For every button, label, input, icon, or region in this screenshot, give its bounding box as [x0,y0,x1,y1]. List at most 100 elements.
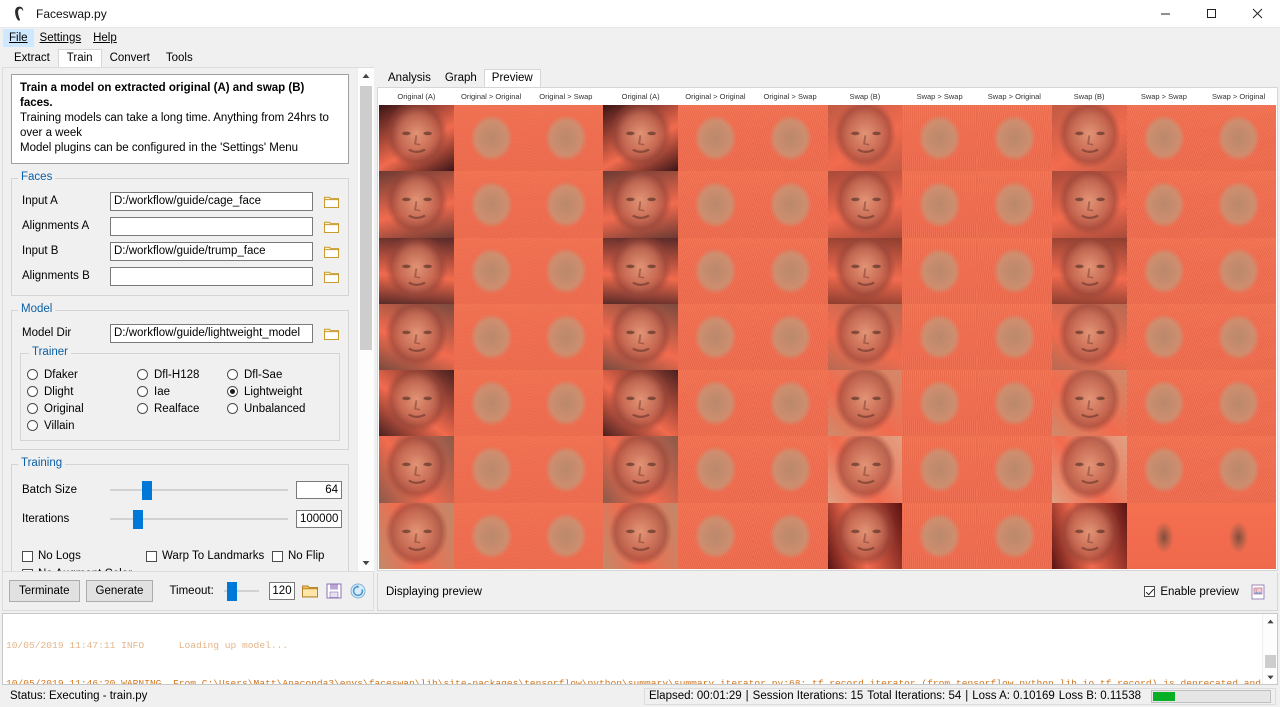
save-icon[interactable] [325,580,343,602]
preview-face-image [678,171,753,237]
trainer-option-lightweight[interactable]: Lightweight [227,383,333,400]
model-group-legend: Model [18,303,55,315]
reset-icon[interactable] [349,580,367,602]
alignments-a-field[interactable] [110,217,313,236]
tab-graph[interactable]: Graph [438,70,484,87]
preview-face-image [902,436,977,502]
input-a-browse-folder-icon[interactable] [321,191,342,211]
iterations-slider-thumb[interactable] [133,510,143,529]
checkbox-no-logs[interactable]: No Logs [22,550,146,562]
alignments-a-browse-folder-icon[interactable] [321,216,342,236]
preview-generated-face [977,304,1052,370]
tab-extract[interactable]: Extract [6,50,58,67]
iterations-slider[interactable] [110,510,288,528]
generate-button[interactable]: Generate [86,580,154,602]
preview-generated-face [977,370,1052,436]
tab-analysis[interactable]: Analysis [381,70,438,87]
preview-source-face [603,370,678,436]
preview-face-image [678,370,753,436]
trainer-option-dlight[interactable]: Dlight [27,383,137,400]
preview-image-grid[interactable] [378,105,1277,570]
preview-generated-face [977,503,1052,569]
preview-face-image [379,105,454,171]
iterations-value[interactable] [296,510,342,528]
timeout-slider[interactable] [224,582,259,600]
info-line-2: Training models can take a long time. An… [20,111,340,141]
checkbox-no-flip[interactable]: No Flip [272,550,324,562]
timeout-value[interactable] [269,582,295,600]
open-folder-icon[interactable] [301,580,319,602]
save-image-icon[interactable] [1247,581,1269,603]
options-scrollbar[interactable] [357,68,373,571]
trainer-option-original[interactable]: Original [27,400,137,417]
radio-icon [227,369,238,380]
menu-settings[interactable]: Settings [34,29,88,47]
trainer-option-iae[interactable]: Iae [137,383,227,400]
preview-generated-face [1127,238,1202,304]
menu-file-label: File [9,32,28,44]
alignments-b-browse-folder-icon[interactable] [321,266,342,286]
scrollbar-thumb[interactable] [360,86,372,350]
menu-file[interactable]: File [3,29,34,47]
preview-generated-face [1201,503,1276,569]
checkbox-warp-to-landmarks[interactable]: Warp To Landmarks [146,550,272,562]
preview-face-image [678,105,753,171]
progress-bar [1151,690,1271,703]
timeout-label: Timeout: [169,585,213,597]
enable-preview-checkbox[interactable]: Enable preview [1144,586,1239,598]
input-b-field[interactable] [110,242,313,261]
trainer-option-dfl-h128[interactable]: Dfl-H128 [137,366,227,383]
batch-size-slider[interactable] [110,481,288,499]
preview-face-image [1201,171,1276,237]
tab-tools[interactable]: Tools [158,50,201,67]
tab-convert[interactable]: Convert [102,50,158,67]
console-scrollbar[interactable] [1262,614,1277,684]
minimize-button[interactable] [1142,0,1188,28]
menu-help[interactable]: Help [87,29,123,47]
trainer-option-unbalanced[interactable]: Unbalanced [227,400,333,417]
timeout-slider-thumb[interactable] [227,582,237,601]
scrollbar-thumb[interactable] [1265,655,1276,668]
trainer-option-dfl-sae[interactable]: Dfl-Sae [227,366,333,383]
maximize-button[interactable] [1188,0,1234,28]
preview-generated-face [454,238,529,304]
preview-source-face [1052,304,1127,370]
close-button[interactable] [1234,0,1280,28]
field-input-a: Input A [18,189,342,213]
preview-frame: Original (A) Original > Original Origina… [377,87,1278,571]
input-b-browse-folder-icon[interactable] [321,241,342,261]
scrollbar-trough[interactable] [1263,628,1278,670]
console-output[interactable]: 10/05/2019 11:47:11 INFO Loading up mode… [3,614,1262,684]
preview-column-header: Original (A) [603,88,678,105]
scroll-up-arrow-icon[interactable] [1263,614,1278,628]
batch-size-slider-thumb[interactable] [142,481,152,500]
alignments-b-field[interactable] [110,267,313,286]
separator: | [965,690,968,702]
preview-face-image [678,436,753,502]
tab-train[interactable]: Train [58,49,102,68]
input-a-field[interactable] [110,192,313,211]
checkbox-no-augment-color[interactable]: No Augment Color [22,568,132,571]
preview-face-image [678,238,753,304]
radio-icon [227,386,238,397]
trainer-option-realface[interactable]: Realface [137,400,227,417]
batch-size-value[interactable] [296,481,342,499]
scroll-down-arrow-icon[interactable] [1263,670,1278,684]
trainer-option-dfaker[interactable]: Dfaker [27,366,137,383]
terminate-button[interactable]: Terminate [9,580,80,602]
preview-generated-face [977,238,1052,304]
preview-generated-face [529,304,604,370]
model-dir-field[interactable] [110,324,313,343]
preview-source-face [1052,171,1127,237]
scrollbar-trough[interactable] [358,84,374,555]
scroll-down-arrow-icon[interactable] [358,555,374,571]
tab-preview[interactable]: Preview [484,69,541,88]
preview-column-header: Swap > Swap [1127,88,1202,105]
preview-face-image [603,370,678,436]
model-dir-browse-folder-icon[interactable] [321,323,342,343]
checkbox-icon [22,569,33,572]
preview-generated-face [678,370,753,436]
radio-icon [137,369,148,380]
trainer-option-villain[interactable]: Villain [27,417,137,434]
scroll-up-arrow-icon[interactable] [358,68,374,84]
